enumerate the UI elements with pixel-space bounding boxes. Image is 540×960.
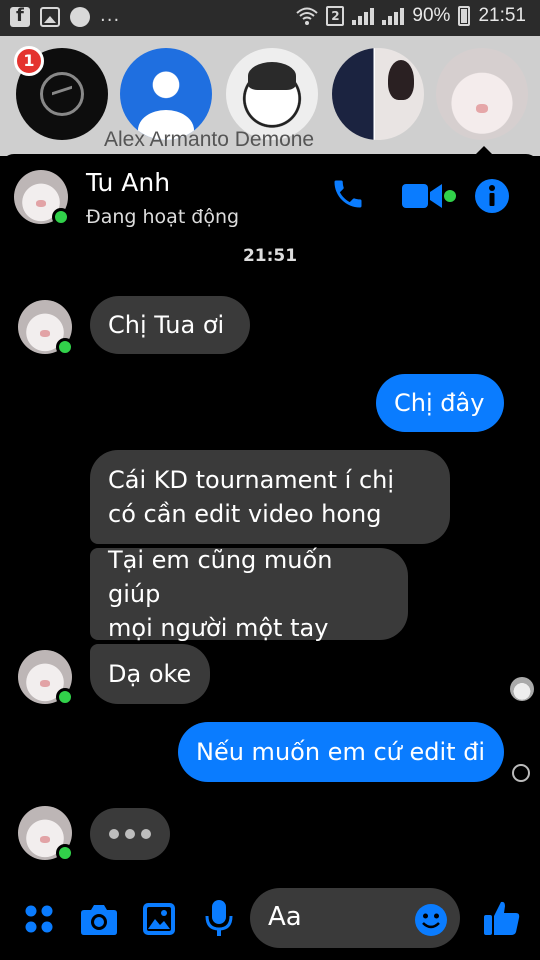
message-bubble-incoming[interactable]: Tại em cũng muốn giúp mọi người một tay (90, 546, 408, 642)
wifi-icon (296, 7, 319, 25)
microphone-icon[interactable] (204, 898, 234, 938)
gallery-icon[interactable] (142, 902, 176, 936)
battery-percent: 90% (412, 5, 451, 26)
message-text-line: mọi người một tay (108, 614, 329, 642)
signal-strength-icon (352, 7, 375, 25)
message-bubble-incoming[interactable]: Dạ oke (90, 644, 210, 704)
message-text-line: có cần edit video hong (108, 500, 382, 528)
status-bar: ... 2 90% 21:51 (0, 0, 540, 36)
unread-badge: 1 (14, 46, 44, 76)
video-call-icon[interactable] (400, 180, 460, 212)
messenger-logo-icon (40, 72, 84, 116)
story-name: Alex Armanto Demone (104, 128, 315, 151)
like-thumbs-up-icon[interactable] (482, 898, 522, 938)
system-icons: 2 90% 21:51 (296, 5, 526, 27)
message-text: Chị Tua ơi (108, 311, 225, 339)
online-indicator (56, 688, 74, 706)
message-bubble-outgoing[interactable]: Chị đây (376, 374, 504, 432)
contact-status: Đang hoạt động (86, 206, 240, 228)
story-avatar-2[interactable] (226, 48, 318, 140)
message-text: Chị đây (394, 389, 485, 417)
messenger-icon (70, 7, 90, 27)
message-bubble-outgoing[interactable]: Nếu muốn em cứ edit đi (178, 722, 504, 782)
cat-nose (476, 104, 488, 113)
camera-icon[interactable] (80, 902, 118, 936)
message-bubble-incoming[interactable]: Cái KD tournament í chị có cần edit vide… (90, 450, 450, 544)
typing-dot (109, 829, 119, 839)
phone-call-icon[interactable] (330, 176, 366, 212)
notification-icons: ... (10, 4, 121, 27)
seen-receipt-avatar (510, 677, 534, 701)
message-text-line: Cái KD tournament í chị (108, 466, 395, 494)
story-avatar-3[interactable] (332, 48, 424, 140)
message-text-line: Tại em cũng muốn giúp (108, 546, 333, 608)
gallery-icon (40, 7, 60, 27)
story-avatar-4[interactable] (436, 48, 528, 140)
facebook-icon (10, 5, 30, 27)
contact-name[interactable]: Tu Anh (86, 168, 170, 197)
signal-strength-icon-2 (382, 7, 405, 25)
typing-indicator (90, 808, 170, 860)
message-timestamp: 21:51 (242, 246, 298, 266)
message-text: Nếu muốn em cứ edit đi (196, 738, 486, 766)
online-indicator (52, 208, 70, 226)
sent-status-icon (512, 764, 530, 782)
message-bubble-incoming[interactable]: Chị Tua ơi (90, 296, 250, 354)
contact-avatar[interactable] (14, 170, 70, 226)
typing-dot (141, 829, 151, 839)
sender-avatar[interactable] (18, 650, 74, 706)
sender-avatar[interactable] (18, 300, 74, 356)
online-indicator (56, 844, 74, 862)
message-input-placeholder: Aa (268, 902, 302, 932)
typing-dot (125, 829, 135, 839)
message-text: Dạ oke (108, 660, 192, 688)
online-indicator (56, 338, 74, 356)
sim-slot-indicator: 2 (326, 6, 345, 26)
emoji-icon[interactable] (414, 903, 448, 937)
battery-charging-icon (458, 6, 471, 26)
sender-avatar[interactable] (18, 806, 74, 862)
stories-strip: Alex Armanto Demone (0, 36, 540, 156)
info-icon[interactable] (474, 178, 510, 214)
clock: 21:51 (478, 5, 526, 26)
more-actions-icon[interactable] (24, 904, 54, 934)
overflow-indicator: ... (100, 4, 121, 26)
story-avatar-1[interactable] (120, 48, 212, 140)
